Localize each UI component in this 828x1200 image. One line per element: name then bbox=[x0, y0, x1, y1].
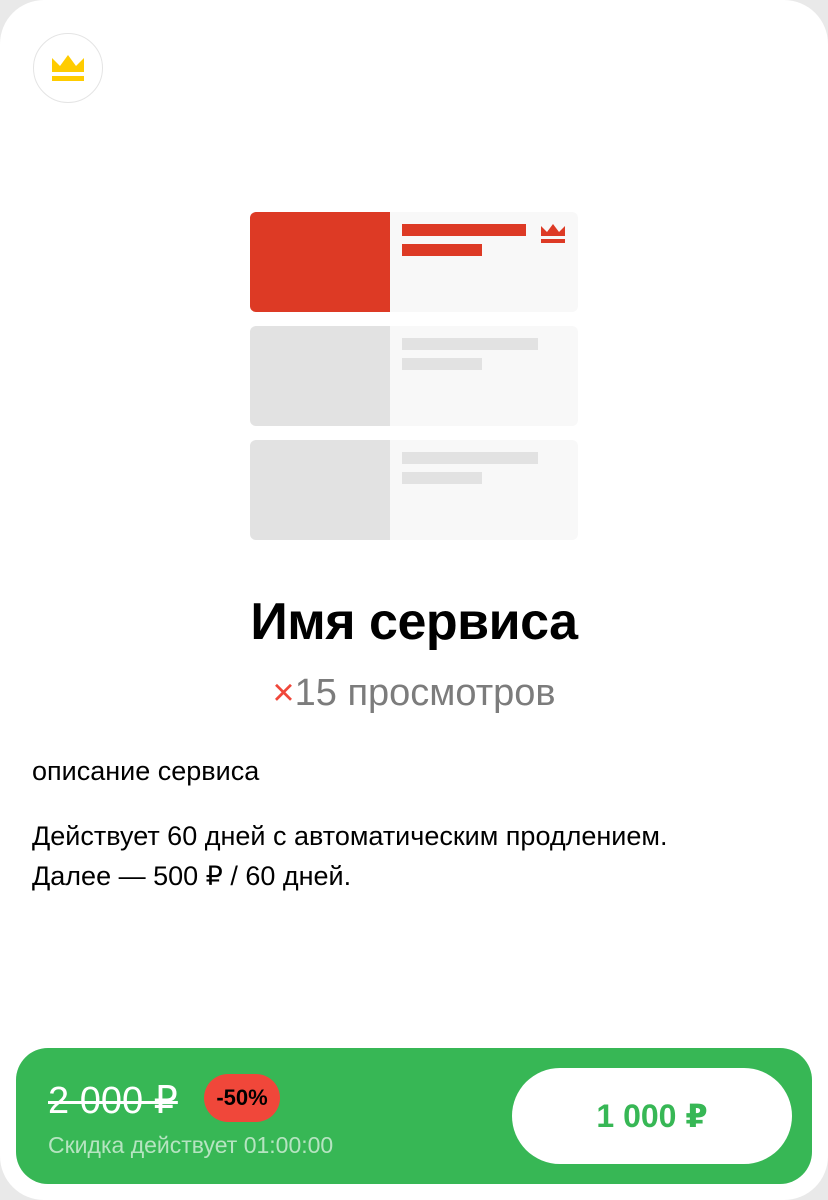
listing-title-line bbox=[402, 338, 538, 350]
crown-icon bbox=[541, 224, 565, 243]
listing-subtitle-line bbox=[402, 358, 482, 370]
listing-card bbox=[250, 326, 578, 426]
listing-title-line bbox=[402, 452, 538, 464]
service-card: Имя сервиса ×15 просмотров описание серв… bbox=[0, 0, 828, 1200]
listing-subtitle-line bbox=[402, 244, 482, 256]
promoted-listing-illustration bbox=[250, 212, 578, 540]
service-description: описание сервиса bbox=[32, 756, 260, 786]
crown-icon bbox=[52, 55, 84, 81]
service-terms: Действует 60 дней с автоматическим продл… bbox=[32, 816, 792, 896]
listing-subtitle-line bbox=[402, 472, 482, 484]
listing-title-line bbox=[402, 224, 526, 236]
terms-line: Действует 60 дней с автоматическим продл… bbox=[32, 821, 668, 851]
service-title: Имя сервиса bbox=[250, 593, 578, 651]
listing-thumbnail bbox=[250, 212, 390, 312]
views-count: ×15 просмотров bbox=[0, 672, 828, 715]
old-price: 2 000 ₽ bbox=[48, 1080, 178, 1122]
discount-timer: Скидка действует 01:00:00 bbox=[48, 1132, 334, 1158]
vip-badge bbox=[33, 33, 103, 103]
purchase-bar: 2 000 ₽ -50% Скидка действует 01:00:00 1… bbox=[16, 1048, 812, 1184]
views-text: 15 просмотров bbox=[294, 672, 556, 714]
promoted-listing-card bbox=[250, 212, 578, 312]
listing-thumbnail bbox=[250, 440, 390, 540]
listing-thumbnail bbox=[250, 326, 390, 426]
listing-card bbox=[250, 440, 578, 540]
discount-badge: -50% bbox=[204, 1074, 280, 1122]
multiplier-sign: × bbox=[272, 672, 295, 714]
buy-button[interactable]: 1 000 ₽ bbox=[512, 1068, 792, 1164]
terms-line: Далее — 500 ₽ / 60 дней. bbox=[32, 861, 352, 891]
